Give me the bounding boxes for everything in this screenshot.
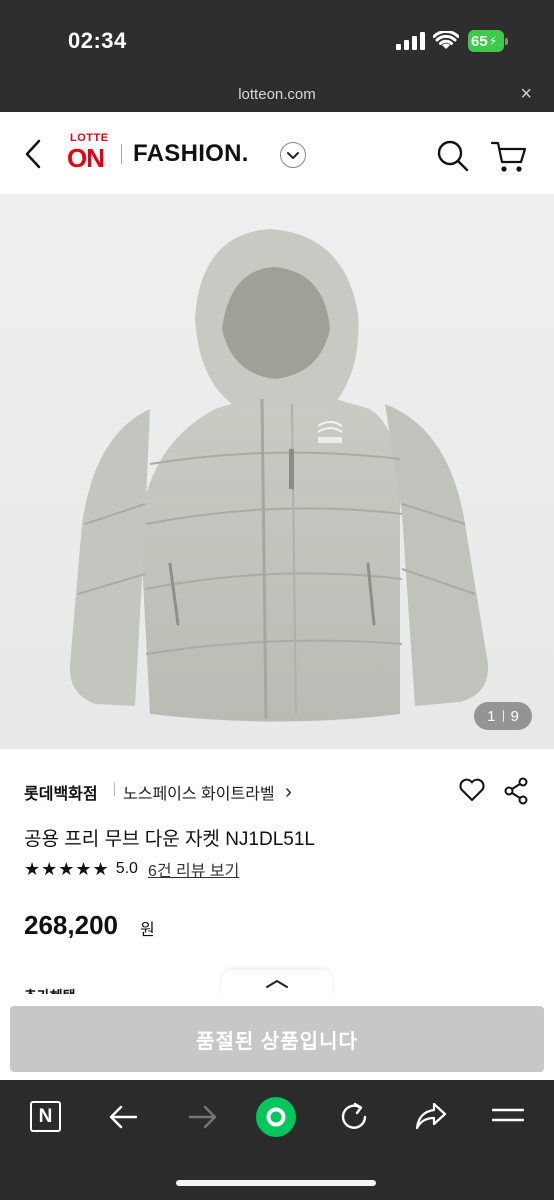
naver-n-icon[interactable]: N xyxy=(30,1101,61,1132)
share-arrow-icon[interactable] xyxy=(414,1100,448,1132)
brand-divider xyxy=(114,782,115,796)
brand-name[interactable]: 롯데백화점 xyxy=(24,780,98,804)
image-counter: 1 9 xyxy=(474,702,532,730)
store-name[interactable]: 노스페이스 화이트라벨 xyxy=(123,786,275,803)
battery-cap xyxy=(505,38,508,45)
image-counter-divider xyxy=(502,710,504,722)
rating-score: 5.0 xyxy=(115,860,138,877)
menu-icon[interactable] xyxy=(492,1106,524,1128)
battery-level: 65 xyxy=(471,32,488,50)
chevron-right-icon: › xyxy=(285,781,292,803)
product-price: 268,200 xyxy=(24,910,118,940)
product-image[interactable] xyxy=(0,194,554,749)
web-page: LOTTE ON FASHION. 1 9 롯데백화점 노스페이스 화이트라벨 … xyxy=(0,112,554,1080)
chevron-up-icon xyxy=(266,980,288,988)
header-divider xyxy=(121,144,122,164)
signal-icon xyxy=(396,32,425,50)
forward-arrow-icon[interactable] xyxy=(186,1104,218,1130)
back-arrow-icon[interactable] xyxy=(108,1104,140,1130)
soldout-button[interactable]: 품절된 상품입니다 xyxy=(10,1006,544,1072)
status-time: 02:34 xyxy=(68,28,127,53)
site-header: LOTTE ON FASHION. xyxy=(0,112,554,194)
url-bar[interactable]: lotteon.com × xyxy=(0,80,554,112)
down-jacket-image xyxy=(69,229,489,722)
review-link[interactable]: 6건 리뷰 보기 xyxy=(148,857,239,881)
home-indicator xyxy=(176,1180,376,1186)
lotte-on-logo[interactable]: LOTTE ON xyxy=(67,132,113,174)
chevron-down-icon xyxy=(287,152,299,159)
rating-row: ★★★★★ 5.0 6건 리뷰 보기 xyxy=(24,857,239,881)
price-currency: 원 xyxy=(140,922,155,939)
close-icon[interactable]: × xyxy=(520,83,532,106)
section-dropdown-button[interactable] xyxy=(280,142,306,168)
heart-icon[interactable] xyxy=(458,777,486,803)
home-circle-icon[interactable] xyxy=(255,1096,297,1138)
image-counter-current: 1 xyxy=(487,707,496,725)
status-bar: 02:34 65 ⚡ xyxy=(0,0,554,80)
purchase-bar: 품절된 상품입니다 xyxy=(0,994,554,1080)
image-counter-total: 9 xyxy=(510,707,519,725)
logo-on-text: ON xyxy=(67,143,105,173)
product-title: 공용 프리 무브 다운 자켓 NJ1DL51L xyxy=(24,829,315,850)
cart-icon[interactable] xyxy=(490,138,528,174)
reload-icon[interactable] xyxy=(338,1101,370,1133)
url-text[interactable]: lotteon.com xyxy=(0,86,554,103)
battery-icon: 65 ⚡ xyxy=(468,30,504,52)
wifi-icon xyxy=(433,31,459,49)
share-icon[interactable] xyxy=(504,777,530,805)
back-icon[interactable] xyxy=(22,138,44,170)
search-icon[interactable] xyxy=(436,139,470,173)
star-rating-icon: ★★★★★ xyxy=(24,858,110,879)
store-link[interactable]: 노스페이스 화이트라벨 › xyxy=(123,780,292,805)
fashion-title[interactable]: FASHION. xyxy=(133,140,249,168)
